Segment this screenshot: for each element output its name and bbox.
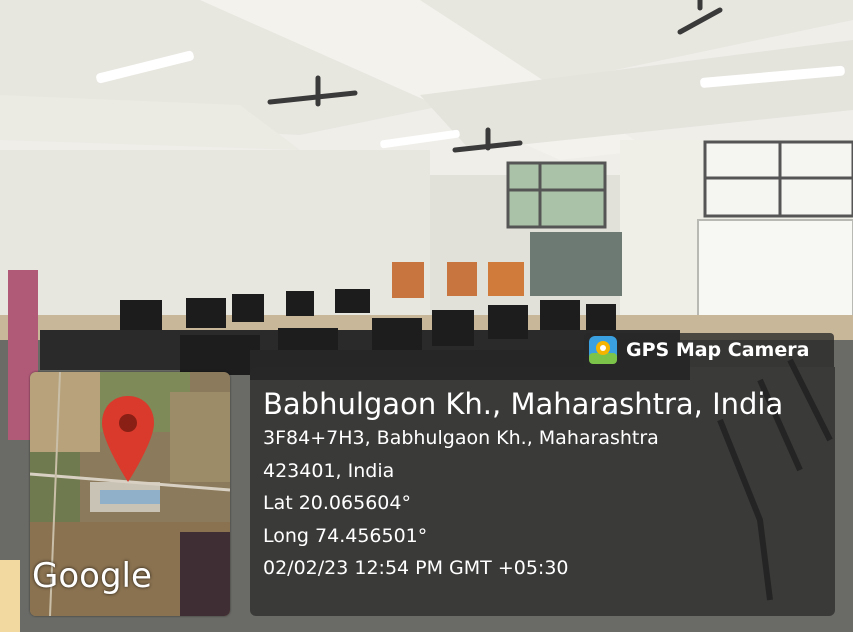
address-line-2: 423401, India <box>263 459 395 482</box>
google-watermark: Google <box>32 556 152 596</box>
location-details: Babhulgaon Kh., Maharashtra, India 3F84+… <box>263 386 783 585</box>
gps-camera-badge: GPS Map Camera <box>584 333 834 367</box>
latitude-text: Lat 20.065604° <box>263 492 411 514</box>
map-pin-camera-icon <box>589 336 617 364</box>
brand-label: GPS Map Camera <box>626 339 810 361</box>
longitude-text: Long 74.456501° <box>263 524 428 547</box>
location-map-thumbnail: Google <box>30 372 230 616</box>
location-title: Babhulgaon Kh., Maharashtra, India <box>263 387 784 421</box>
datetime-text: 02/02/23 12:54 PM GMT +05:30 <box>263 557 569 579</box>
location-pin-icon <box>102 396 154 482</box>
address-line-1: 3F84+7H3, Babhulgaon Kh., Maharashtra <box>263 427 659 449</box>
